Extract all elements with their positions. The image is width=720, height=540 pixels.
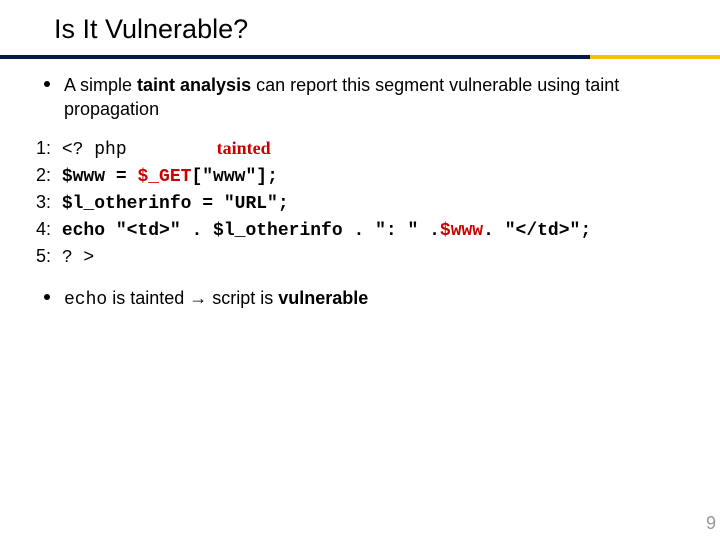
code-2-pre: $www = bbox=[51, 167, 137, 187]
code-line-2: 2: $www = $_GET["www"]; bbox=[36, 163, 690, 190]
code-4-post: . "</td>"; bbox=[483, 221, 591, 241]
divider-gold bbox=[590, 55, 720, 59]
line-num-5: 5: bbox=[36, 246, 51, 266]
bullet-icon bbox=[44, 294, 50, 300]
slide-title: Is It Vulnerable? bbox=[0, 0, 720, 55]
bullet-2-bold: vulnerable bbox=[278, 288, 368, 308]
code-3-body: $l_otherinfo = "URL"; bbox=[51, 194, 289, 214]
bullet-2-text: echo is tainted → script is vulnerable bbox=[64, 286, 368, 312]
line-num-3: 3: bbox=[36, 192, 51, 212]
page-number: 9 bbox=[706, 513, 716, 534]
slide: Is It Vulnerable? A simple taint analysi… bbox=[0, 0, 720, 540]
code-1-body: <? php bbox=[51, 140, 127, 160]
annotation-tainted: tainted bbox=[217, 138, 271, 158]
bullet-1-bold: taint analysis bbox=[137, 75, 251, 95]
line-num-1: 1: bbox=[36, 138, 51, 158]
bullet-2-code: echo bbox=[64, 290, 107, 310]
content-area: A simple taint analysis can report this … bbox=[0, 59, 720, 312]
bullet-icon bbox=[44, 81, 50, 87]
code-line-5: 5: ? > bbox=[36, 244, 690, 271]
code-4-pre: echo "<td>" . $l_otherinfo . ": " . bbox=[51, 221, 440, 241]
bullet-1: A simple taint analysis can report this … bbox=[36, 73, 690, 122]
line-num-4: 4: bbox=[36, 219, 51, 239]
code-line-4: 4: echo "<td>" . $l_otherinfo . ": " .$w… bbox=[36, 217, 690, 244]
code-2-post: ["www"]; bbox=[191, 167, 277, 187]
bullet-2-mid: is tainted → script is bbox=[107, 288, 278, 308]
code-5-body: ? > bbox=[51, 248, 94, 268]
bullet-1-pre: A simple bbox=[64, 75, 137, 95]
code-line-1: 1: <? php tainted bbox=[36, 136, 690, 163]
line-num-2: 2: bbox=[36, 165, 51, 185]
bullet-2: echo is tainted → script is vulnerable bbox=[36, 286, 690, 312]
title-divider bbox=[0, 55, 720, 59]
bullet-1-text: A simple taint analysis can report this … bbox=[64, 73, 690, 122]
code-4-taint: $www bbox=[440, 221, 483, 241]
divider-navy bbox=[0, 55, 590, 59]
code-block: 1: <? phptainted2: $www = $_GET["www"];3… bbox=[36, 136, 690, 272]
code-line-3: 3: $l_otherinfo = "URL"; bbox=[36, 190, 690, 217]
code-2-get: $_GET bbox=[137, 167, 191, 187]
